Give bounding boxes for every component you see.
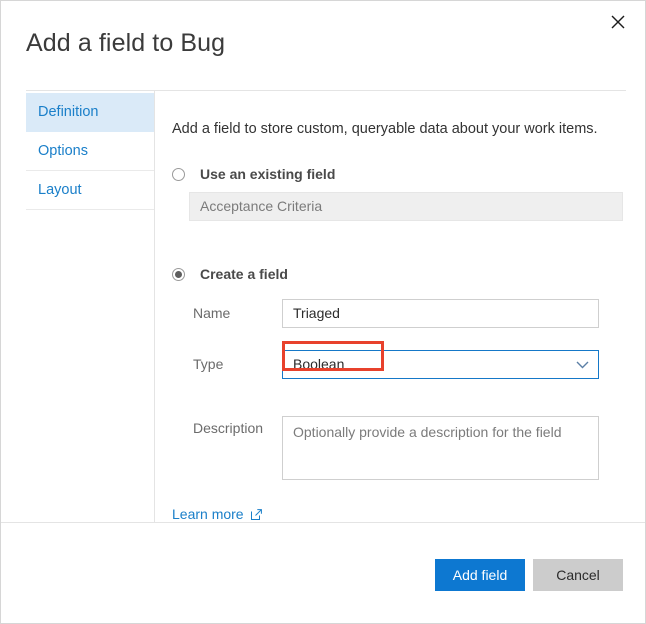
type-field-row: Type Boolean [193, 350, 599, 379]
description-field-row: Description Optionally provide a descrip… [193, 416, 599, 480]
add-field-dialog: Add a field to Bug Definition Options La… [0, 0, 646, 624]
tab-layout-label: Layout [38, 182, 82, 198]
existing-field-value: Acceptance Criteria [200, 198, 323, 214]
type-select-value: Boolean [293, 356, 345, 372]
rail-divider [154, 91, 155, 523]
name-input[interactable]: Triaged [282, 299, 599, 328]
chevron-down-icon[interactable] [576, 361, 589, 369]
description-label: Description [193, 420, 264, 436]
panel-description: Add a field to store custom, queryable d… [172, 121, 598, 137]
type-select[interactable]: Boolean [282, 350, 599, 379]
type-label: Type [193, 356, 224, 372]
tab-options[interactable]: Options [26, 132, 154, 171]
description-input[interactable]: Optionally provide a description for the… [282, 416, 599, 480]
name-field-row: Name Triaged [193, 299, 599, 328]
external-link-icon [250, 508, 262, 520]
radio-create-a-field[interactable] [172, 267, 185, 281]
page-title: Add a field to Bug [26, 29, 226, 57]
radio-use-existing-field[interactable] [172, 167, 185, 181]
radio-create-a-field-label[interactable]: Create a field [200, 266, 288, 282]
add-field-button[interactable]: Add field [435, 559, 525, 591]
radio-row-create-a-field[interactable]: Create a field [172, 266, 288, 282]
existing-field-select: Acceptance Criteria [189, 192, 623, 221]
radio-use-existing-field-label[interactable]: Use an existing field [200, 166, 335, 182]
tab-rail: Definition Options Layout [26, 93, 154, 210]
name-label: Name [193, 305, 231, 321]
tab-layout[interactable]: Layout [26, 171, 154, 210]
header-divider [26, 90, 626, 91]
footer-divider [1, 522, 645, 523]
close-icon[interactable] [603, 7, 633, 37]
tab-definition-label: Definition [38, 104, 99, 120]
cancel-button[interactable]: Cancel [533, 559, 623, 591]
radio-row-use-existing-field[interactable]: Use an existing field [172, 166, 335, 182]
dialog-actions: Add field Cancel [435, 559, 623, 591]
tab-options-label: Options [38, 143, 88, 159]
tab-definition[interactable]: Definition [26, 93, 154, 132]
learn-more-link[interactable]: Learn more [172, 506, 262, 522]
learn-more-label: Learn more [172, 506, 244, 522]
